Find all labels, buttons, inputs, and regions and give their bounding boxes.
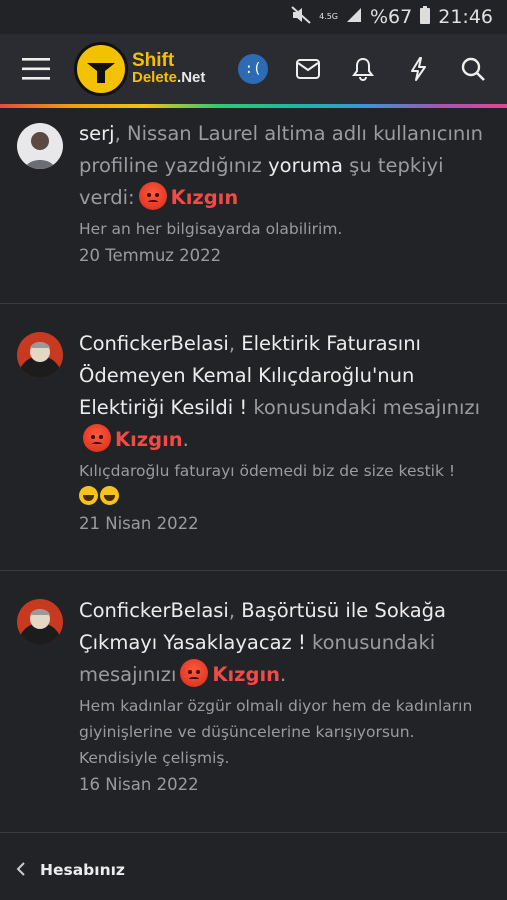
clock: 21:46 [438, 6, 493, 28]
alert-item[interactable]: ConfickerBelasi, Elektirik Faturasını Öd… [0, 304, 507, 571]
alert-text: serj, Nissan Laurel altima adlı kullanıc… [79, 118, 493, 214]
alert-text-part: konusundaki mesajınızı [247, 396, 481, 419]
chevron-left-icon[interactable] [16, 858, 26, 882]
alert-item[interactable]: ConfickerBelasi, Başörtüsü ile Sokağa Çı… [0, 571, 507, 833]
message-snippet: Kılıçdaroğlu faturayı ödemedi biz de siz… [79, 458, 493, 510]
site-logo[interactable]: Shift Delete.Net [74, 42, 205, 96]
alert-date: 16 Nisan 2022 [79, 775, 199, 794]
lightning-icon[interactable] [398, 34, 438, 104]
account-link[interactable]: Hesabınız [40, 861, 125, 879]
bell-icon[interactable] [343, 34, 383, 104]
logo-text-delete: Delete [132, 69, 178, 86]
user-avatar: :( [238, 54, 268, 84]
status-bar: 4.5G %67 21:46 [0, 0, 507, 34]
battery-level: %67 [370, 6, 413, 28]
logo-text-net: .Net [177, 69, 206, 86]
message-snippet: Her an her bilgisayarda olabilirim. [79, 220, 343, 238]
username-link[interactable]: ConfickerBelasi [79, 599, 229, 622]
message-snippet-text: Kılıçdaroğlu faturayı ödemedi biz de siz… [79, 462, 456, 480]
account-button[interactable]: :( [233, 34, 273, 104]
angry-emoji-icon [83, 424, 111, 452]
avatar[interactable] [17, 332, 63, 378]
message-snippet: Hem kadınlar özgür olmalı diyor hem de k… [79, 697, 473, 767]
search-icon[interactable] [453, 34, 493, 104]
alert-text-part: . [280, 663, 287, 686]
reaction-label: Kızgın [170, 186, 239, 209]
grin-emoji-icon [100, 486, 119, 505]
username-link[interactable]: serj [79, 122, 115, 145]
menu-icon[interactable] [16, 34, 56, 104]
avatar[interactable] [17, 123, 63, 169]
signal-icon [346, 6, 362, 28]
grin-emoji-icon [79, 486, 98, 505]
inbox-icon[interactable] [288, 34, 328, 104]
alert-text-part: , [228, 599, 242, 622]
username-link[interactable]: ConfickerBelasi [79, 332, 229, 355]
logo-mark-icon [74, 42, 128, 96]
logo-text-shift: Shift [132, 50, 175, 71]
alert-text-part: , [228, 332, 242, 355]
alert-text: ConfickerBelasi, Başörtüsü ile Sokağa Çı… [79, 595, 493, 691]
network-type: 4.5G [319, 12, 338, 21]
site-header: Shift Delete.Net :( [0, 34, 507, 104]
alert-date: 20 Temmuz 2022 [79, 246, 222, 265]
alert-item[interactable]: serj, Nissan Laurel altima adlı kullanıc… [0, 108, 507, 304]
alert-text: ConfickerBelasi, Elektirik Faturasını Öd… [79, 328, 493, 456]
reaction-label: Kızgın [115, 428, 183, 451]
avatar[interactable] [17, 599, 63, 645]
angry-emoji-icon [180, 659, 209, 687]
account-footer[interactable]: Hesabınız [0, 840, 507, 900]
angry-emoji-icon [138, 182, 167, 210]
alert-text-part: . [182, 428, 189, 451]
content-link[interactable]: yoruma [268, 154, 343, 177]
reaction-label: Kızgın [212, 663, 281, 686]
mute-icon [291, 5, 311, 29]
battery-icon [420, 5, 431, 29]
alert-date: 21 Nisan 2022 [79, 514, 199, 533]
